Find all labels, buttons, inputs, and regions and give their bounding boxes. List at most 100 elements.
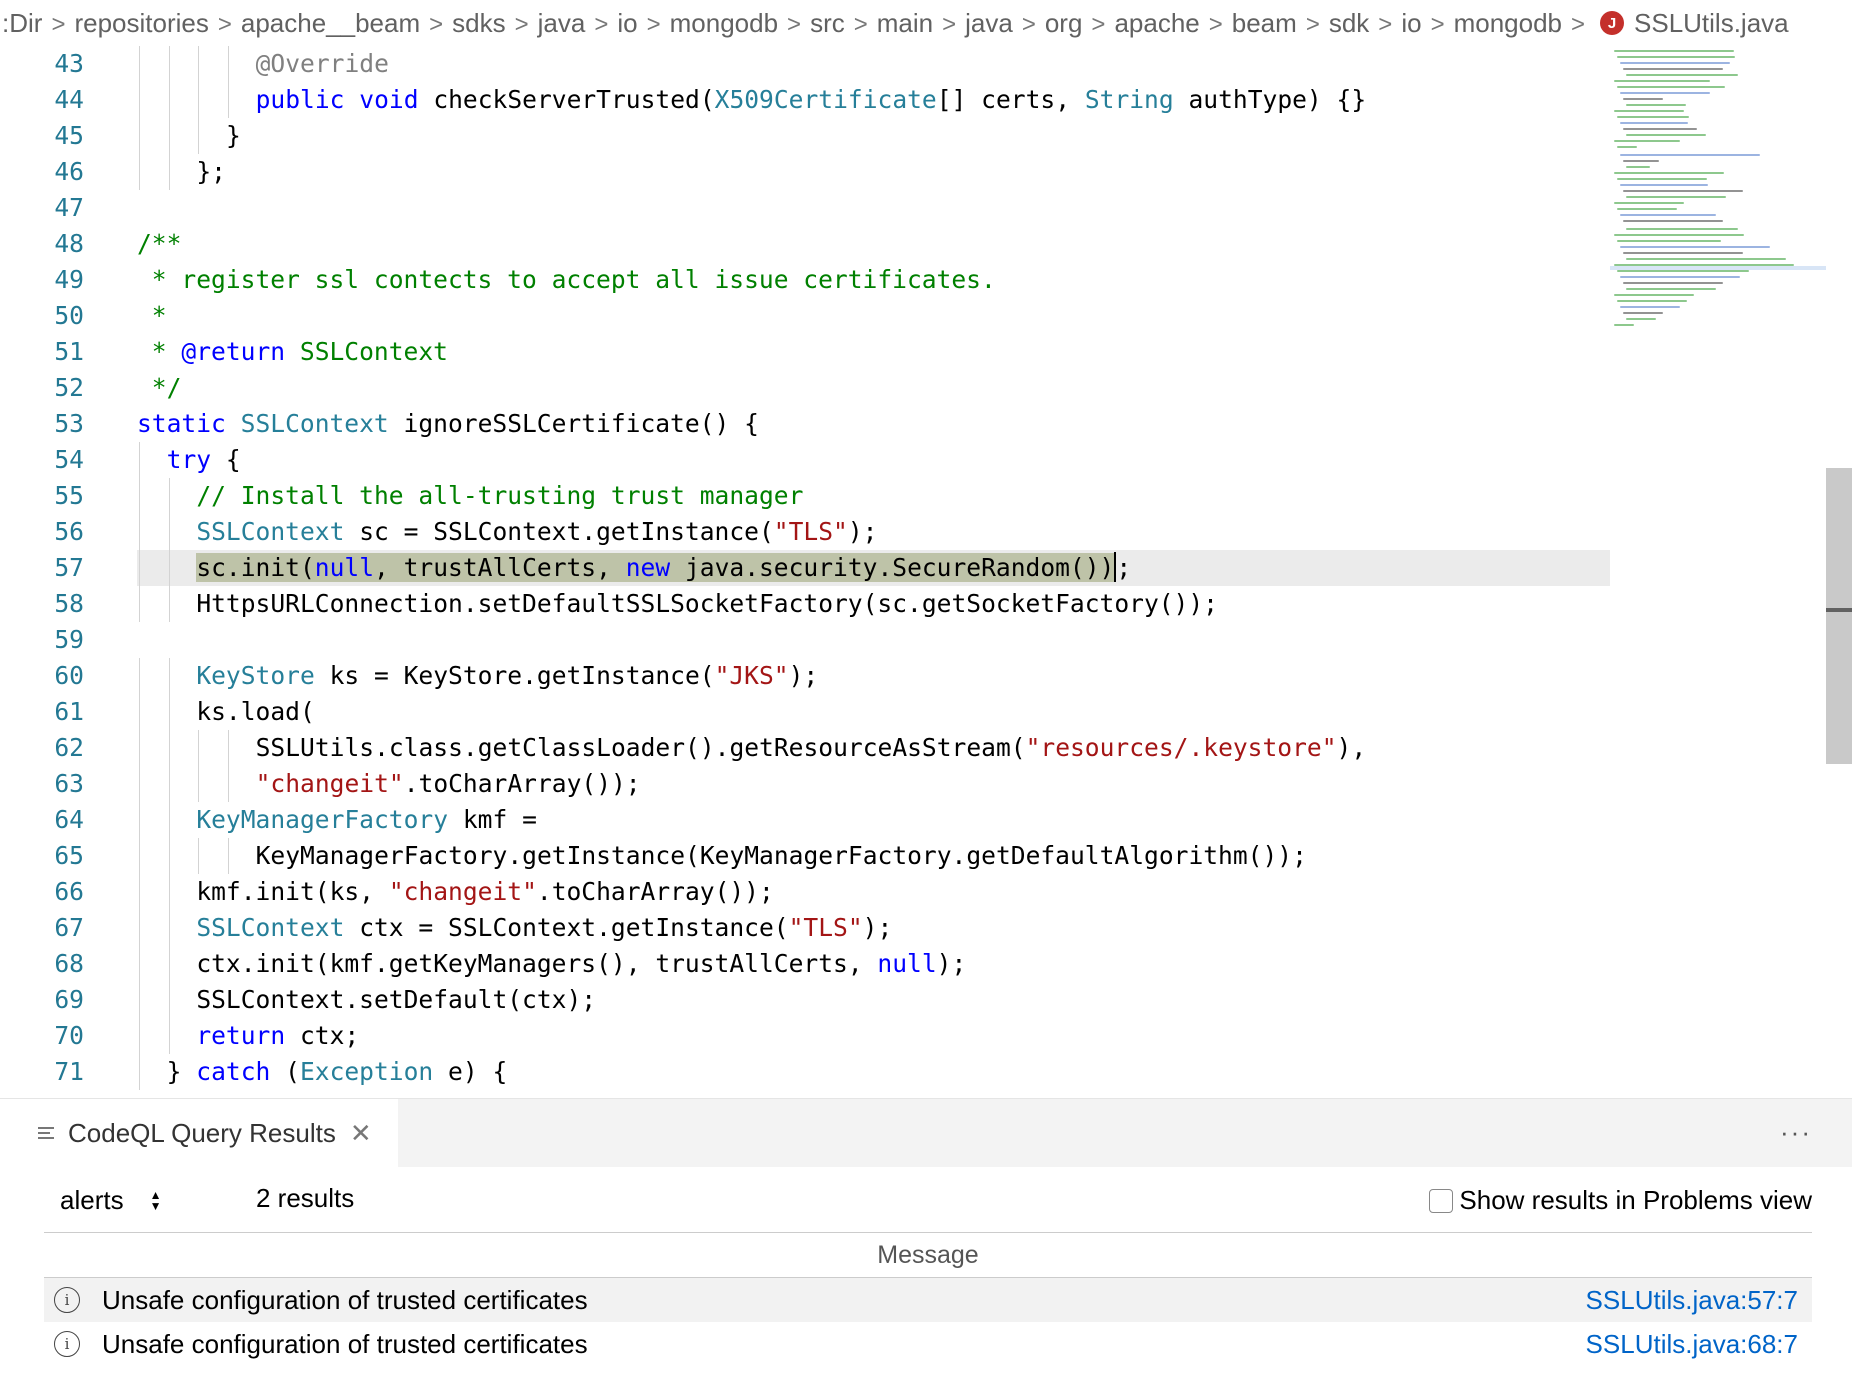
code-line[interactable]: 70 return ctx; [0, 1018, 1610, 1054]
code-editor[interactable]: 43 @Override 44 public void checkServerTrus… [0, 46, 1852, 1098]
code-line[interactable]: 66 kmf.init(ks, "changeit".toCharArray())… [0, 874, 1610, 910]
code-line[interactable]: 65 KeyManagerFactory.getInstance(KeyManag… [0, 838, 1610, 874]
code-line[interactable]: 50 * [0, 298, 1610, 334]
code-token: ignoreSSLCertificate() { [388, 409, 759, 438]
breadcrumb-item[interactable]: java [965, 8, 1013, 39]
result-location-link[interactable]: SSLUtils.java:57:7 [1586, 1285, 1798, 1316]
code-line[interactable]: 54 try { [0, 442, 1610, 478]
vertical-scrollbar[interactable] [1826, 468, 1852, 764]
code-line[interactable]: 44 public void checkServerTrusted(X509Cer… [0, 82, 1610, 118]
breadcrumb-item[interactable]: mongodb [670, 8, 778, 39]
code-line[interactable]: 57 sc.init(null, trustAllCerts, new java.… [54, 550, 1610, 586]
problems-view-checkbox[interactable] [1429, 1188, 1454, 1213]
breadcrumb-item[interactable]: sdk [1329, 8, 1369, 39]
breadcrumb-item[interactable]: io [1401, 8, 1421, 39]
minimap-line [1623, 282, 1723, 284]
code-token: "resources/.keystore" [1025, 733, 1337, 762]
indent-guide [168, 154, 170, 190]
minimap-line [1614, 234, 1744, 236]
results-table: Message i Unsafe configuration of truste… [44, 1232, 1812, 1366]
breadcrumb-item[interactable]: :Dir [2, 8, 42, 39]
line-number: 48 [54, 229, 84, 258]
code-line[interactable]: 68 ctx.init(kmf.getKeyManagers(), trustAl… [0, 946, 1610, 982]
code-line[interactable]: 56 SSLContext sc = SSLContext.getInstance… [0, 514, 1610, 550]
close-icon[interactable]: ✕ [350, 1118, 372, 1149]
code-line[interactable]: 67 SSLContext ctx = SSLContext.getInstanc… [0, 910, 1610, 946]
code-line[interactable]: 51 * @return SSLContext [0, 334, 1610, 370]
code-line[interactable]: 46}; [0, 154, 1610, 190]
breadcrumb-file-name[interactable]: SSLUtils.java [1634, 8, 1789, 39]
breadcrumb-item[interactable]: beam [1232, 8, 1297, 39]
result-location-link[interactable]: SSLUtils.java:68:7 [1586, 1329, 1798, 1360]
code-text: public void checkServerTrusted(X509Certi… [256, 82, 1367, 118]
code-line[interactable]: 71} catch (Exception e) { [0, 1054, 1610, 1090]
line-number: 56 [54, 517, 84, 546]
code-line[interactable]: 61 ks.load( [0, 694, 1610, 730]
chevron-right-icon: > [1378, 10, 1393, 38]
code-token: ks = KeyStore.getInstance( [314, 661, 715, 690]
indent-guide [227, 46, 229, 82]
breadcrumb-item[interactable]: main [877, 8, 933, 39]
code-line[interactable]: 64 KeyManagerFactory kmf = [0, 802, 1610, 838]
code-line[interactable]: 47 [0, 190, 1610, 226]
code-token: SSLContext [240, 409, 389, 438]
line-number: 68 [54, 949, 84, 978]
code-line[interactable]: 49 * register ssl contects to accept all… [0, 262, 1610, 298]
code-line[interactable]: 69 SSLContext.setDefault(ctx); [0, 982, 1610, 1018]
code-line[interactable]: 59 [0, 622, 1610, 658]
code-line[interactable]: 60 KeyStore ks = KeyStore.getInstance("JK… [0, 658, 1610, 694]
breadcrumb: :Dir > repositories > apache__beam > sdks > java… [0, 0, 1852, 46]
tab-codeql-query-results[interactable]: CodeQL Query Results ✕ [0, 1099, 398, 1167]
minimap-line [1623, 68, 1723, 70]
code-line[interactable]: 48 /** [0, 226, 1610, 262]
breadcrumb-item[interactable]: repositories [74, 8, 208, 39]
code-token: ( [270, 1057, 300, 1086]
minimap-line [1620, 62, 1730, 64]
breadcrumb-item[interactable]: sdks [452, 8, 505, 39]
indent-guide [139, 82, 140, 118]
breadcrumb-item[interactable]: apache__beam [241, 8, 420, 39]
code-token: * [137, 301, 167, 330]
minimap[interactable] [1610, 46, 1826, 396]
indent-guide [139, 46, 140, 82]
breadcrumb-item[interactable]: java [538, 8, 586, 39]
line-number: 66 [54, 877, 84, 906]
code-token: KeyStore [196, 661, 315, 690]
indent-guide [139, 442, 140, 478]
indent-guide [227, 838, 229, 874]
code-line[interactable]: 62 SSLUtils.class.getClassLoader().getRes… [0, 730, 1610, 766]
code-text: kmf.init(ks, "changeit".toCharArray()); [196, 874, 774, 910]
tab-label: CodeQL Query Results [68, 1117, 336, 1148]
breadcrumb-item[interactable]: mongodb [1454, 8, 1562, 39]
code-token: /** [137, 229, 182, 258]
line-number: 54 [54, 445, 84, 474]
column-header-message[interactable]: Message [44, 1232, 1812, 1278]
code-line[interactable]: 43 @Override [0, 46, 1610, 82]
chevron-right-icon: > [853, 10, 868, 38]
code-token: ctx = SSLContext.getInstance( [344, 913, 789, 942]
code-line[interactable]: 45} [0, 118, 1610, 154]
code-token: return [196, 1021, 286, 1050]
minimap-line [1614, 324, 1634, 326]
code-line[interactable]: 53 static SSLContext ignoreSSLCertificate… [0, 406, 1610, 442]
result-row[interactable]: i Unsafe configuration of trusted certif… [44, 1322, 1812, 1366]
chevron-right-icon: > [51, 10, 66, 38]
code-line[interactable]: 58 HttpsURLConnection.setDefaultSSLSocket… [0, 586, 1610, 622]
minimap-line [1620, 214, 1716, 216]
indent-guide [198, 118, 200, 154]
minimap-line [1614, 80, 1710, 82]
indent-guide [139, 154, 140, 190]
result-row[interactable]: i Unsafe configuration of trusted certif… [44, 1278, 1812, 1322]
code-text: } catch (Exception e) { [167, 1054, 508, 1090]
code-line[interactable]: 63 "changeit".toCharArray()); [0, 766, 1610, 802]
code-line[interactable]: 52 */ [0, 370, 1610, 406]
problems-view-toggle[interactable]: Show results in Problems view [1429, 1185, 1812, 1216]
breadcrumb-item[interactable]: src [810, 8, 845, 39]
more-actions-icon[interactable]: ··· [1780, 1117, 1812, 1148]
breadcrumb-item[interactable]: apache [1114, 8, 1199, 39]
line-number: 62 [54, 733, 84, 762]
code-line[interactable]: 55 // Install the all-trusting trust mana… [0, 478, 1610, 514]
breadcrumb-item[interactable]: io [617, 8, 637, 39]
breadcrumb-item[interactable]: org [1045, 8, 1083, 39]
result-set-select[interactable]: alerts ▲ ▼ [60, 1185, 161, 1216]
